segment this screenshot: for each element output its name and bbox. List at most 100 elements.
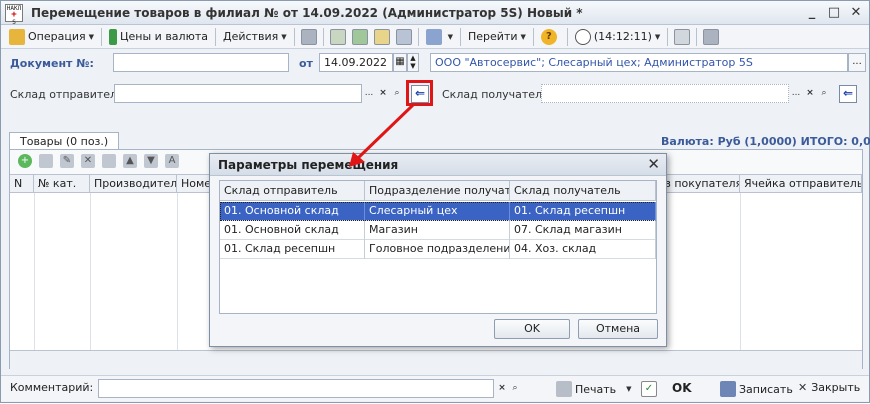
- row-department-cell: Головное подразделение: [365, 240, 510, 259]
- actions-menu-button[interactable]: Действия ▼: [219, 27, 291, 47]
- column-header[interactable]: N: [10, 175, 34, 193]
- help-icon: ?: [540, 28, 557, 45]
- document-number-field[interactable]: [113, 53, 289, 72]
- sender-warehouse-field[interactable]: [114, 84, 362, 103]
- table-row[interactable]: 01. Склад ресепшн Головное подразделение…: [220, 240, 656, 259]
- goods-table-footer: [10, 350, 862, 369]
- post-icon[interactable]: [300, 28, 317, 45]
- checkmark-icon: ✓: [641, 381, 657, 397]
- sender-select-button[interactable]: ...: [362, 85, 376, 102]
- calendar-icon[interactable]: ▦: [393, 53, 407, 72]
- row-receiver-cell: 04. Хоз. склад: [510, 240, 656, 259]
- sort-icon[interactable]: A: [165, 154, 179, 168]
- organization-field[interactable]: ООО "Автосервис"; Слесарный цех; Админис…: [430, 53, 848, 72]
- copy-icon[interactable]: [329, 28, 346, 45]
- edit-row-icon[interactable]: ✎: [60, 154, 74, 168]
- column-header[interactable]: Номе: [177, 175, 212, 193]
- minimize-button[interactable]: _: [803, 4, 821, 22]
- sender-warehouse-label: Склад отправитель:: [10, 88, 128, 101]
- comment-label: Комментарий:: [10, 381, 94, 394]
- column-header[interactable]: Ячейка отправитель: [740, 175, 862, 193]
- row-department-cell: Магазин: [365, 221, 510, 240]
- currency-total-text: Валюта: Руб (1,0000) ИТОГО: 0,00: [661, 135, 870, 148]
- sender-clear-icon[interactable]: ×: [376, 85, 390, 102]
- comment-search-icon[interactable]: ⌕: [508, 380, 522, 397]
- receiver-clear-icon[interactable]: ×: [803, 85, 817, 102]
- app-document-icon: НАКЛ + S: [5, 3, 23, 26]
- tab-goods[interactable]: Товары (0 поз.): [9, 132, 120, 150]
- column-header[interactable]: № кат.: [34, 175, 90, 193]
- prices-currency-button[interactable]: Цены и валюта: [105, 27, 212, 47]
- receiver-warehouse-field[interactable]: [541, 84, 789, 103]
- structure-icon: [425, 28, 442, 45]
- receiver-arrow-button[interactable]: ⇐: [839, 85, 857, 103]
- main-window: НАКЛ + S Перемещение товаров в филиал № …: [0, 0, 870, 403]
- table-row[interactable]: 01. Основной склад Слесарный цех 01. Скл…: [220, 202, 656, 221]
- post-check-button[interactable]: ✓: [641, 381, 660, 397]
- sender-search-icon[interactable]: ⌕: [390, 85, 404, 102]
- ok-button[interactable]: OK: [672, 381, 692, 395]
- column-header[interactable]: Склад отправитель: [220, 181, 365, 201]
- transfer-params-table: Склад отправитель Подразделение получате…: [219, 180, 657, 314]
- refresh-icon[interactable]: [351, 28, 368, 45]
- column-header[interactable]: Подразделение получате...: [365, 181, 510, 201]
- comment-field[interactable]: [98, 379, 494, 398]
- save-row-icon[interactable]: [102, 154, 116, 168]
- bottom-bar: Комментарий: × ⌕ Печать ▼ ✓ OK Записать …: [1, 375, 869, 401]
- document-header-row: Документ №: от 14.09.2022 ▦ ▲ ▼ ООО "Авто…: [1, 53, 869, 75]
- column-header[interactable]: з покупателя: [660, 175, 740, 193]
- document-date-field[interactable]: 14.09.2022: [319, 53, 393, 72]
- document-number-label: Документ №:: [10, 57, 94, 70]
- table-row[interactable]: 01. Основной склад Магазин 07. Склад маг…: [220, 221, 656, 240]
- structure-menu-button[interactable]: ▼: [422, 27, 457, 47]
- dialog-ok-button[interactable]: OK: [494, 319, 570, 339]
- clock-icon: [574, 28, 591, 45]
- list-icon[interactable]: [395, 28, 412, 45]
- row-sender-cell: 01. Основной склад: [220, 221, 365, 240]
- row-department-cell: Слесарный цех: [365, 202, 510, 221]
- dialog-table-header: Склад отправитель Подразделение получате…: [220, 181, 656, 201]
- row-sender-cell: 01. Основной склад: [220, 202, 365, 221]
- hierarchy-icon[interactable]: [674, 28, 691, 45]
- floppy-icon: [720, 381, 736, 397]
- annotation-highlight-box: [406, 80, 433, 106]
- window-title: Перемещение товаров в филиал № от 14.09.…: [31, 5, 583, 20]
- close-window-button[interactable]: ✕: [847, 4, 865, 22]
- receiver-search-icon[interactable]: ⌕: [817, 85, 831, 102]
- help-button[interactable]: ?: [537, 27, 564, 47]
- add-row-icon[interactable]: +: [18, 154, 32, 168]
- column-header[interactable]: Склад получатель: [510, 181, 656, 201]
- fill-icon[interactable]: [373, 28, 390, 45]
- organization-select-button[interactable]: ...: [848, 53, 866, 72]
- save-button[interactable]: Записать: [720, 381, 793, 397]
- move-up-icon[interactable]: ▲: [123, 154, 137, 168]
- close-button[interactable]: ✕ Закрыть: [798, 381, 860, 394]
- delete-row-icon[interactable]: ✕: [81, 154, 95, 168]
- column-header[interactable]: Производитель: [90, 175, 177, 193]
- dialog-close-icon[interactable]: ✕: [647, 155, 660, 173]
- dialog-cancel-button[interactable]: Отмена: [578, 319, 658, 339]
- row-receiver-cell: 07. Склад магазин: [510, 221, 656, 240]
- move-down-icon[interactable]: ▼: [144, 154, 158, 168]
- date-spin-button[interactable]: ▲ ▼: [407, 53, 419, 72]
- receiver-warehouse-label: Склад получатель:: [442, 88, 553, 101]
- operation-menu-button[interactable]: Операция ▼: [5, 27, 98, 47]
- row-receiver-cell: 01. Склад ресепшн: [510, 202, 656, 221]
- table-icon[interactable]: [703, 28, 720, 45]
- transfer-params-dialog: Параметры перемещения ✕ Склад отправител…: [209, 153, 667, 347]
- date-from-label: от: [299, 57, 313, 70]
- money-icon: [109, 28, 117, 45]
- close-x-icon: ✕: [798, 381, 808, 394]
- operation-icon: [9, 28, 25, 45]
- copy-row-icon[interactable]: [39, 154, 53, 168]
- maximize-button[interactable]: □: [825, 4, 843, 22]
- comment-clear-icon[interactable]: ×: [495, 380, 509, 397]
- title-bar: НАКЛ + S Перемещение товаров в филиал № …: [1, 1, 869, 26]
- printer-icon: [556, 381, 572, 397]
- receiver-select-button[interactable]: ...: [789, 85, 803, 102]
- dialog-title: Параметры перемещения: [210, 154, 666, 176]
- goto-menu-button[interactable]: Перейти ▼: [464, 27, 530, 47]
- time-menu-button[interactable]: (14:12:11) ▼: [571, 27, 664, 47]
- main-toolbar: Операция ▼ Цены и валюта Действия ▼ ▼ Пере…: [1, 25, 869, 49]
- print-button[interactable]: Печать ▼: [556, 381, 632, 397]
